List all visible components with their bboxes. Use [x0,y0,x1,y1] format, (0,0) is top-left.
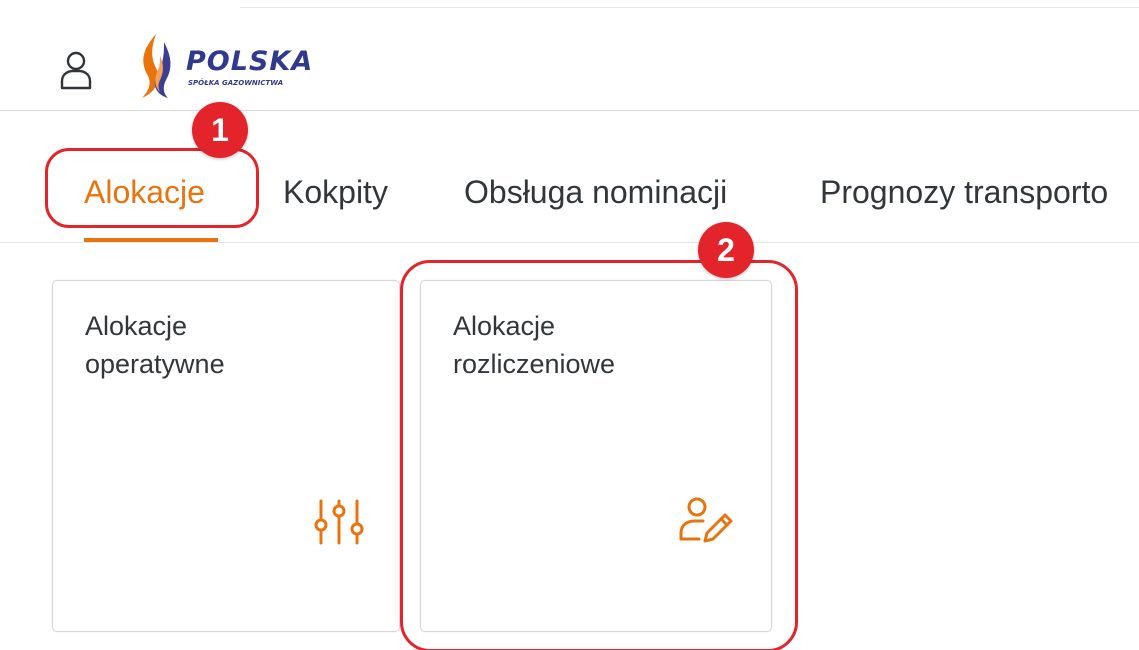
logo-subtitle: SPÓŁKA GAZOWNICTWA [188,79,284,87]
tab-kokpity[interactable]: Kokpity [283,172,388,212]
tile-title-line: Alokacje [85,311,188,341]
sliders-icon [314,499,364,545]
user-edit-icon [679,497,733,543]
user-icon [60,51,92,90]
callout-badge-2: 2 [698,222,754,278]
top-divider [240,7,1139,8]
tab-alokacje[interactable]: Alokacje [84,172,205,212]
user-profile-button[interactable] [58,50,94,90]
active-tab-indicator [84,238,218,242]
tab-prognozy-transportowe[interactable]: Prognozy transporto [820,172,1108,212]
callout-badge-1: 1 [192,102,248,158]
tab-bar: Alokacje Kokpity Obsługa nominacji Progn… [0,150,1139,243]
tile-alokacje-operatywne[interactable]: Alokacje operatywne [52,280,400,632]
logo-title: POLSKA [186,46,314,77]
flame-logo-icon [142,34,171,98]
tab-obsluga-nominacji[interactable]: Obsługa nominacji [464,172,727,212]
page: POLSKA SPÓŁKA GAZOWNICTWA Alokacje Kokpi… [0,0,1139,650]
tile-title: Alokacje operatywne [85,307,225,383]
tile-title-line: Alokacje [453,311,556,341]
tile-title-line: operatywne [85,349,225,379]
tile-alokacje-rozliczeniowe[interactable]: Alokacje rozliczeniowe [420,280,772,632]
shell-header: POLSKA SPÓŁKA GAZOWNICTWA [0,20,1139,111]
tile-title-line: rozliczeniowe [453,349,616,379]
tile-title: Alokacje rozliczeniowe [453,307,615,383]
company-logo[interactable]: POLSKA SPÓŁKA GAZOWNICTWA [134,32,354,102]
